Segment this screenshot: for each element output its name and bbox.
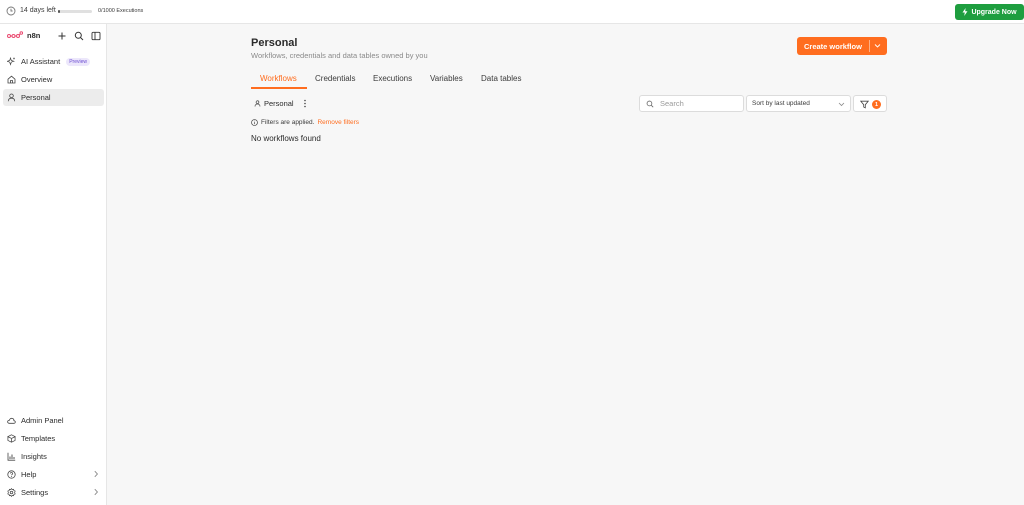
sidebar-item-templates[interactable]: Templates (3, 430, 104, 447)
plus-icon[interactable] (57, 31, 67, 41)
sidebar-item-settings[interactable]: Settings (3, 484, 104, 501)
sidebar-item-overview[interactable]: Overview (3, 71, 104, 88)
tab-variables[interactable]: Variables (430, 74, 463, 83)
filter-count-badge: 1 (872, 100, 881, 109)
split-divider (869, 40, 870, 52)
preview-badge: Preview (66, 57, 90, 66)
sidebar-item-label: Overview (21, 75, 53, 84)
page-title: Personal (251, 37, 298, 49)
collapse-sidebar-icon[interactable] (91, 31, 101, 41)
executions-progress-bar (58, 10, 92, 13)
chevron-down-icon (838, 102, 845, 107)
sidebar-item-label: Templates (21, 434, 56, 443)
remove-filters-link[interactable]: Remove filters (317, 119, 359, 126)
lightning-icon (962, 8, 968, 16)
create-workflow-button[interactable]: Create workflow (797, 37, 887, 55)
user-icon (7, 93, 16, 102)
brand-name: n8n (27, 31, 41, 40)
executions-count: 0/1000 Executions (98, 8, 144, 14)
filter-button[interactable]: 1 (853, 95, 887, 112)
user-icon (254, 100, 261, 107)
sidebar-item-label: Settings (21, 488, 49, 497)
search-icon[interactable] (74, 31, 84, 41)
sidebar-item-help[interactable]: Help (3, 466, 104, 483)
bar-chart-icon (7, 452, 16, 461)
sort-select[interactable]: Sort by last updated (746, 95, 851, 112)
chevron-right-icon (94, 470, 99, 478)
filter-icon (860, 100, 869, 109)
sparkle-icon (7, 57, 15, 66)
sidebar-item-label: Admin Panel (21, 416, 64, 425)
empty-state-message: No workflows found (251, 134, 321, 143)
project-tabs: Workflows Credentials Executions Variabl… (251, 70, 891, 89)
filters-applied-notice: Filters are applied. Remove filters (251, 119, 359, 126)
tab-data-tables[interactable]: Data tables (481, 74, 521, 83)
help-icon (7, 470, 16, 479)
upgrade-now-label: Upgrade Now (971, 8, 1017, 16)
sidebar: n8n AI Assistant Preview Overview Person… (0, 24, 107, 505)
tab-executions[interactable]: Executions (373, 74, 412, 83)
info-icon (251, 119, 258, 126)
gear-icon (7, 488, 16, 497)
sidebar-item-admin-panel[interactable]: Admin Panel (3, 412, 104, 429)
brand[interactable]: n8n (7, 31, 40, 40)
tab-workflows[interactable]: Workflows (260, 74, 297, 83)
sort-value: Sort by last updated (752, 100, 810, 107)
active-tab-indicator (251, 87, 307, 89)
sidebar-item-label: Personal (21, 93, 51, 102)
search-icon (646, 100, 654, 108)
n8n-logo-icon (7, 31, 23, 38)
sidebar-item-insights[interactable]: Insights (3, 448, 104, 465)
more-options-icon[interactable] (301, 98, 309, 109)
page-subtitle: Workflows, credentials and data tables o… (251, 51, 428, 60)
filters-applied-text: Filters are applied. (261, 119, 315, 126)
sidebar-item-personal[interactable]: Personal (3, 89, 104, 106)
search-field[interactable] (639, 95, 744, 112)
tab-credentials[interactable]: Credentials (315, 74, 355, 83)
trial-days-left: 14 days left (20, 7, 56, 14)
cloud-icon (7, 417, 16, 424)
chevron-down-icon[interactable] (874, 43, 881, 49)
box-icon (7, 434, 16, 443)
chevron-right-icon (94, 488, 99, 496)
search-input[interactable] (660, 98, 740, 109)
create-workflow-label: Create workflow (804, 42, 862, 51)
sidebar-item-label: AI Assistant (21, 57, 61, 66)
trial-banner: 14 days left 0/1000 Executions Upgrade N… (0, 0, 1024, 24)
sidebar-item-ai-assistant[interactable]: AI Assistant Preview (3, 53, 104, 70)
executions-progress-fill (58, 10, 60, 13)
sidebar-item-label: Help (21, 470, 37, 479)
project-name: Personal (264, 99, 294, 108)
project-selector[interactable]: Personal (254, 99, 294, 108)
home-icon (7, 75, 16, 84)
clock-icon (6, 6, 16, 16)
upgrade-now-button[interactable]: Upgrade Now (955, 4, 1024, 20)
sidebar-item-label: Insights (21, 452, 47, 461)
